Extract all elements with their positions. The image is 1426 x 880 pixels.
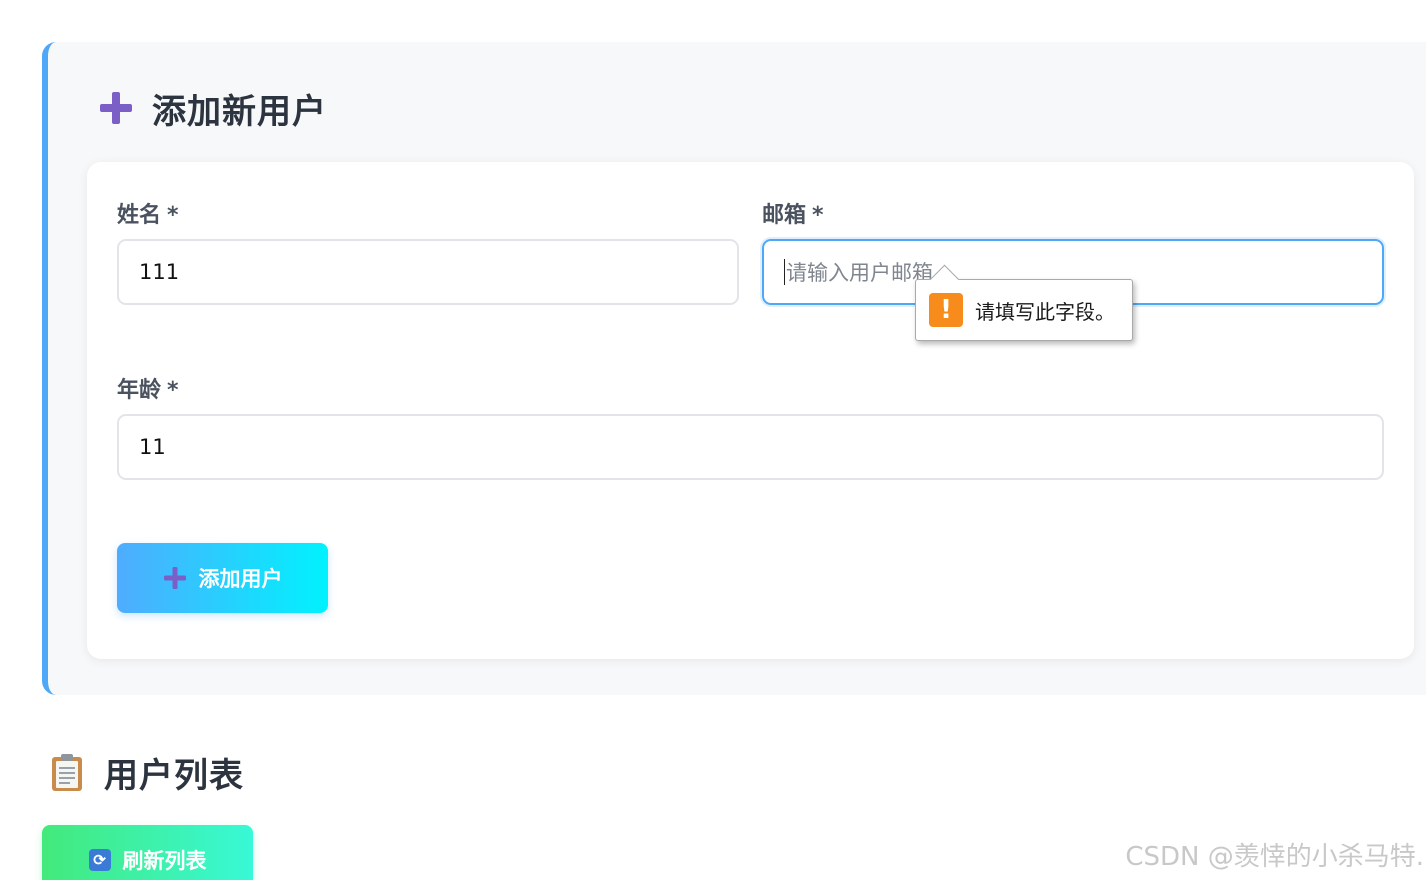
age-label: 年龄 *: [117, 378, 179, 403]
add-user-button[interactable]: 添加用户: [117, 543, 328, 613]
warning-icon: !: [929, 293, 963, 327]
required-mark: *: [167, 378, 179, 403]
name-label: 姓名 *: [117, 203, 179, 228]
watermark: CSDN @羡悻的小杀马特.: [1125, 842, 1424, 872]
refresh-list-button[interactable]: ⟳ 刷新列表: [42, 825, 253, 880]
add-user-title-text: 添加新用户: [152, 91, 327, 132]
page: 添加新用户 姓名 * 111 邮箱 * 请输入用户邮箱 年龄 * 11 添加用户…: [0, 0, 1426, 880]
required-mark: *: [812, 203, 824, 228]
add-user-section: 添加新用户 姓名 * 111 邮箱 * 请输入用户邮箱 年龄 * 11 添加用户: [42, 42, 1426, 695]
user-list-title: 用户列表: [50, 748, 244, 796]
plus-icon: [163, 567, 186, 589]
refresh-icon: ⟳: [88, 849, 111, 871]
name-input[interactable]: 111: [117, 239, 739, 305]
validation-message: 请填写此字段。: [975, 299, 1115, 324]
email-label: 邮箱 *: [762, 203, 824, 228]
validation-tooltip: ! 请填写此字段。: [915, 264, 1133, 341]
required-mark: *: [167, 203, 179, 228]
add-user-title: 添加新用户: [98, 84, 327, 132]
add-user-form: 姓名 * 111 邮箱 * 请输入用户邮箱 年龄 * 11 添加用户: [87, 162, 1414, 659]
clipboard-icon: [52, 754, 82, 791]
plus-icon: [100, 92, 132, 124]
email-placeholder: 请输入用户邮箱: [786, 261, 933, 285]
user-list-title-text: 用户列表: [104, 755, 244, 796]
age-input[interactable]: 11: [117, 414, 1384, 480]
text-caret: [784, 259, 785, 285]
